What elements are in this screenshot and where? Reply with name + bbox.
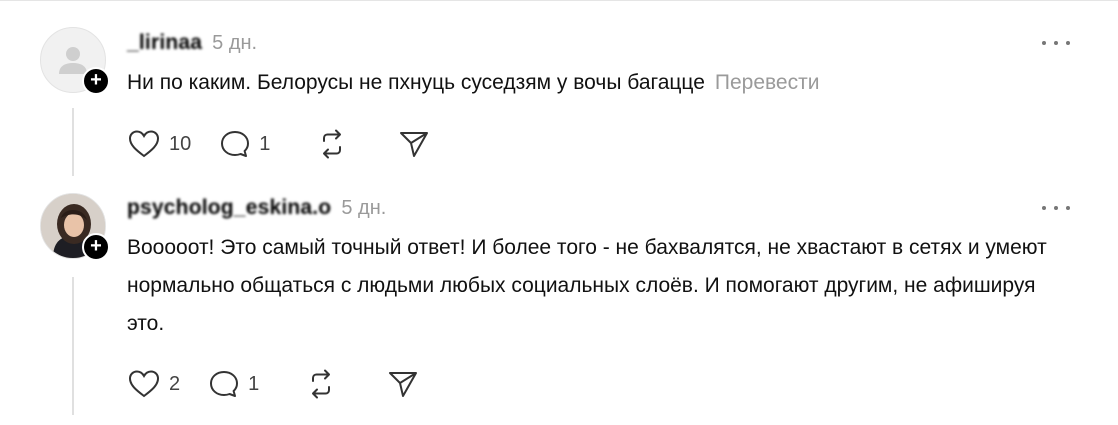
comment-icon [210,371,239,397]
comment-header-2: psycholog_eskina.o 5 дн. [127,193,386,223]
repost-icon [312,369,331,399]
comment-body-2: Вооооот! Это самый точный ответ! И более… [127,236,1047,335]
reply-button-2[interactable]: 1 [208,369,259,399]
comment-text-2: Вооооот! Это самый точный ответ! И более… [127,229,1077,343]
more-icon[interactable] [1042,202,1070,214]
send-icon [389,372,418,397]
username-2[interactable]: psycholog_eskina.o [127,196,331,220]
comment-2: + psycholog_eskina.o 5 дн. Вооооот! Это … [0,0,1118,425]
share-button-2[interactable] [387,369,419,399]
like-count-2: 2 [169,372,181,395]
reply-count-2: 1 [248,372,260,395]
avatar-2[interactable]: + [40,193,110,261]
timestamp-2[interactable]: 5 дн. [341,197,386,220]
like-button-2[interactable]: 2 [127,369,180,399]
thread-line-2 [72,277,74,415]
plus-icon[interactable]: + [82,233,110,261]
repost-button-2[interactable] [305,369,337,399]
actions-2: 2 1 [127,368,447,400]
heart-icon [128,370,160,398]
